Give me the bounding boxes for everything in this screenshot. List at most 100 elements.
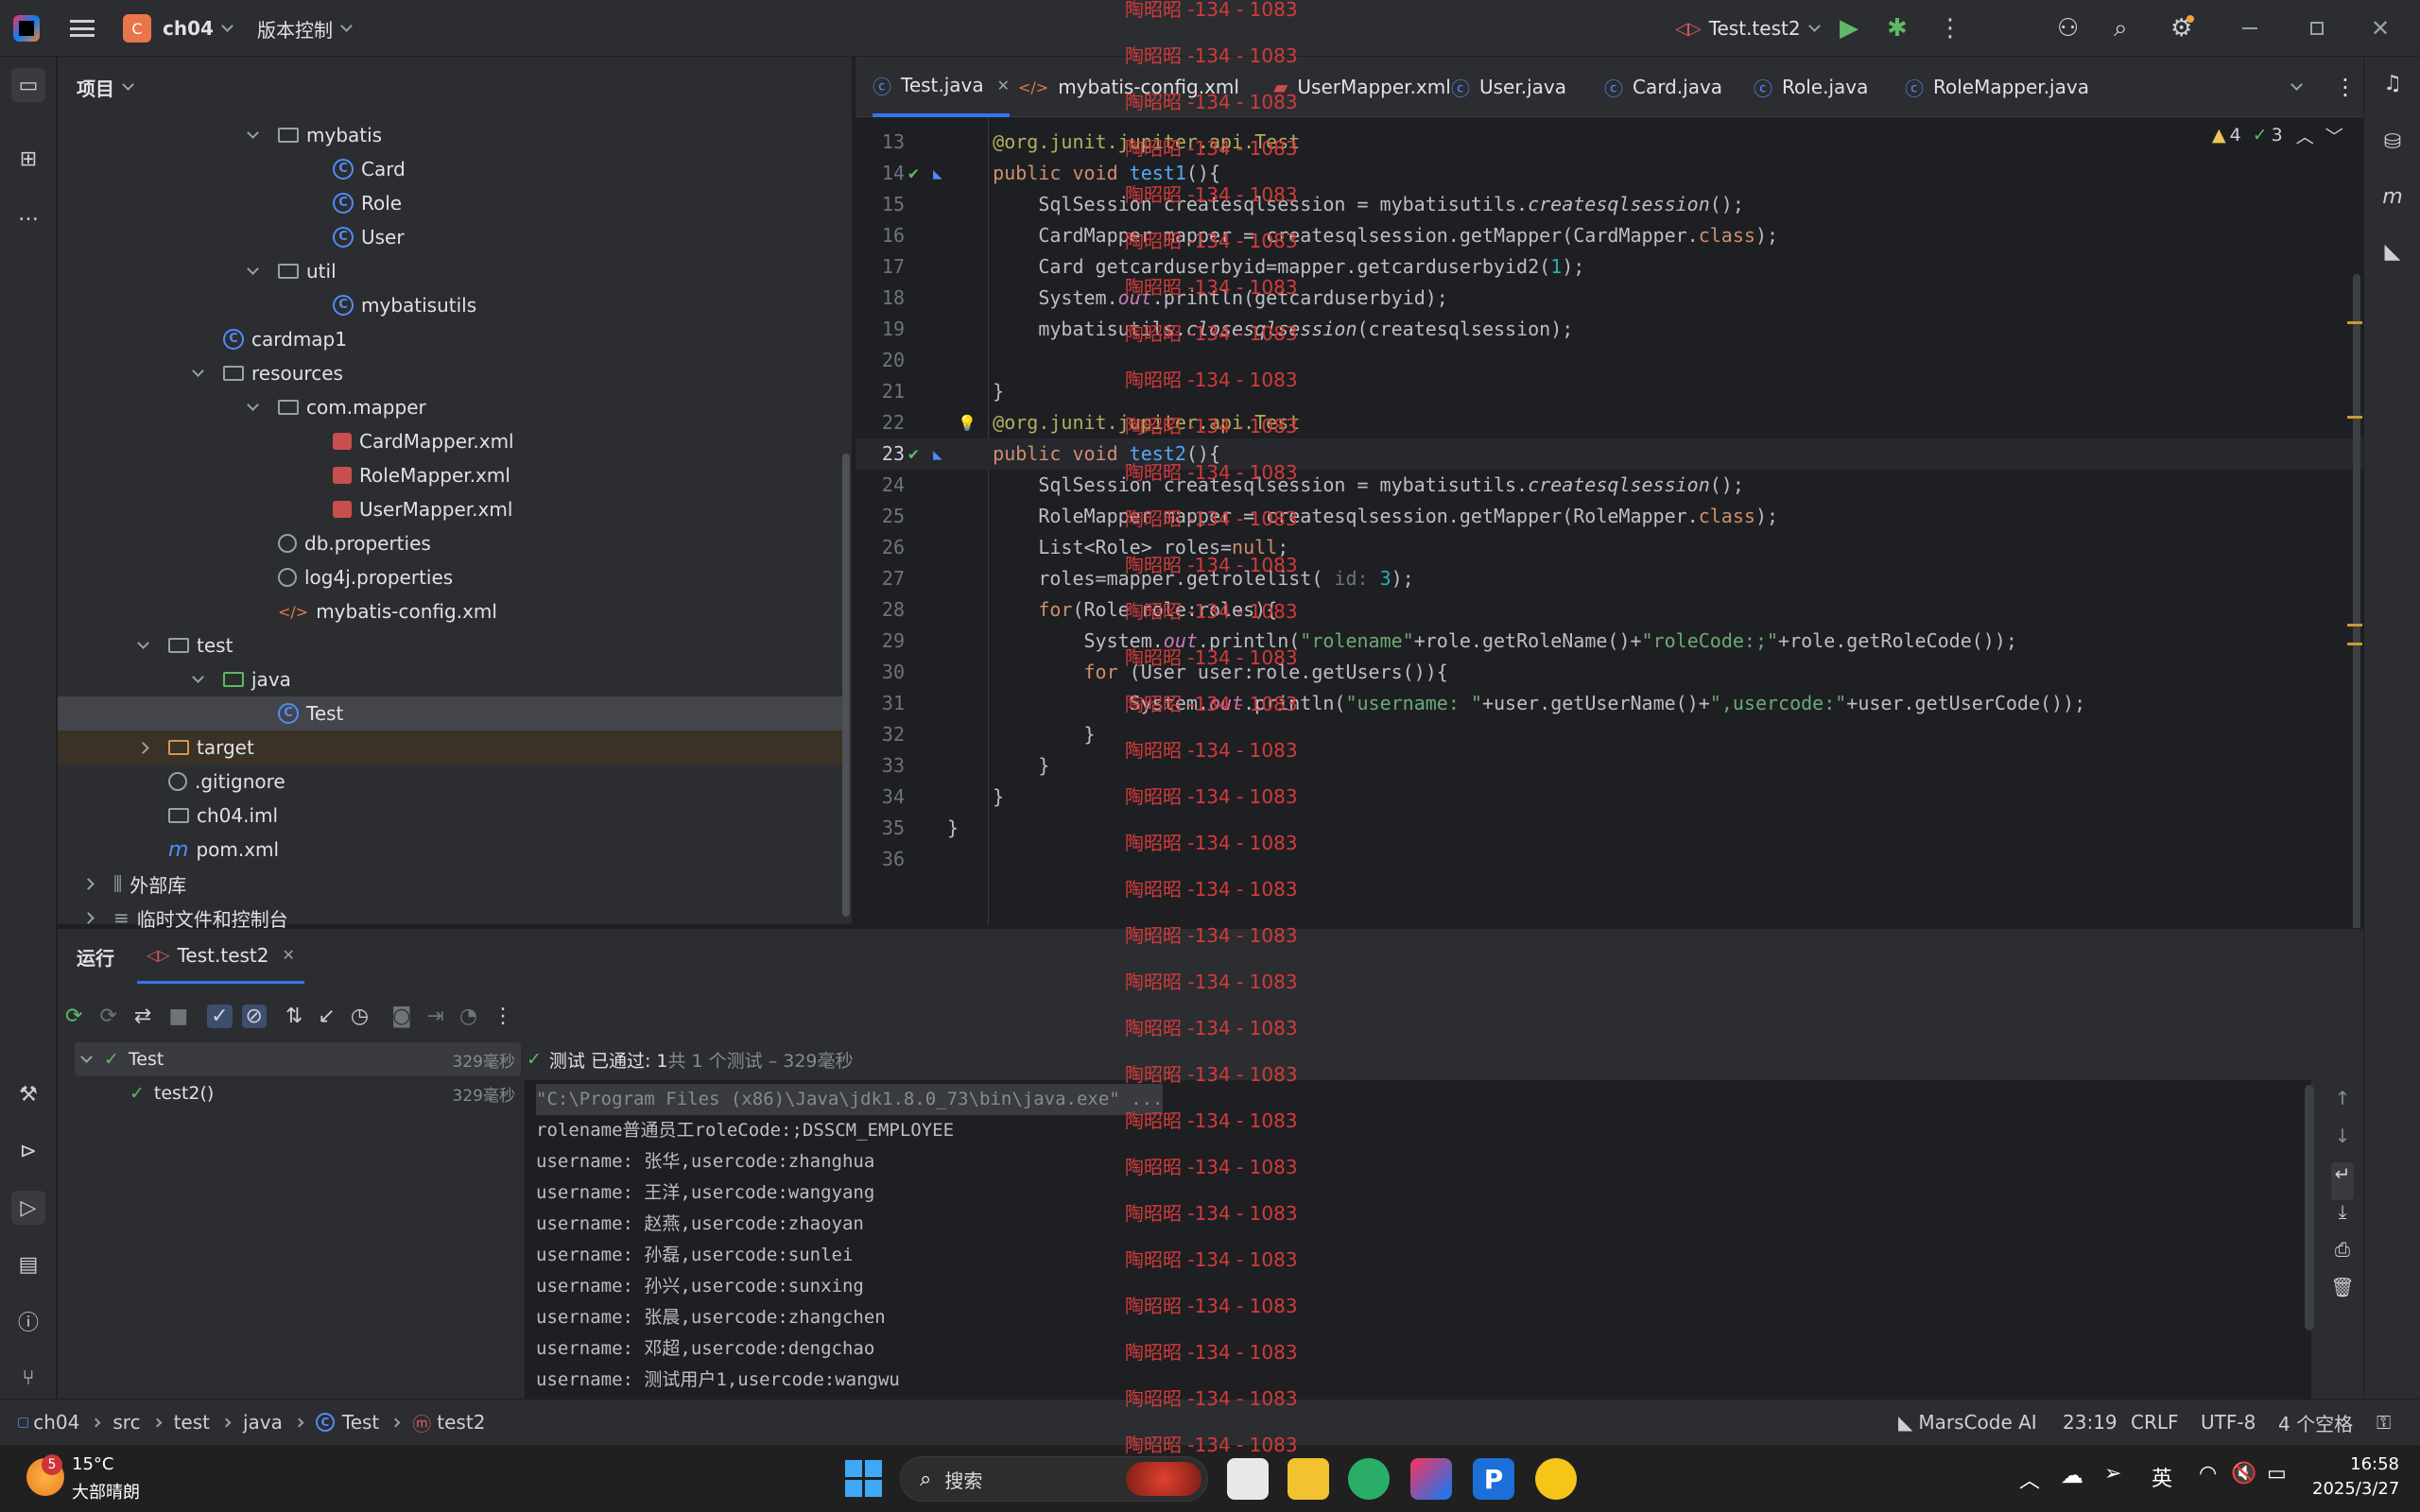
breadcrumb-item[interactable]: test: [174, 1411, 210, 1434]
more-icon[interactable]: ⋮: [493, 1005, 513, 1028]
build-hammer-icon[interactable]: ⚒: [11, 1077, 45, 1111]
code-line[interactable]: 34 }: [856, 782, 2363, 813]
coverage-icon[interactable]: ◔: [459, 1005, 477, 1028]
editor-tab[interactable]: </> mybatis-config.xml: [1018, 57, 1239, 117]
arrow-down-icon[interactable]: ↓: [2335, 1125, 2351, 1162]
clock-time[interactable]: 16:58: [2312, 1454, 2399, 1474]
add-user-icon[interactable]: ⚇: [2057, 0, 2079, 57]
tree-item[interactable]: C Card: [58, 152, 842, 186]
tree-item[interactable]: Cmybatisutils: [58, 288, 842, 322]
volume-muted-icon[interactable]: 🔇: [2231, 1462, 2256, 1486]
notifications-bell-icon[interactable]: ♫: [2376, 66, 2410, 100]
console-scrollbar[interactable]: [2305, 1085, 2314, 1331]
file-explorer-icon[interactable]: [1288, 1458, 1329, 1500]
camera-icon[interactable]: ◙: [391, 1005, 411, 1028]
run-icon[interactable]: ▶: [1840, 0, 1858, 57]
tree-scrollbar[interactable]: [842, 454, 850, 917]
tree-item[interactable]: C Test: [58, 696, 842, 730]
tree-item[interactable]: C User: [58, 220, 842, 254]
run-config-selector[interactable]: ◁▷ Test.test2: [1675, 0, 1821, 57]
breadcrumb-item[interactable]: test2: [437, 1411, 485, 1434]
lock-icon[interactable]: ⚿: [2377, 1400, 2391, 1445]
sort-icon[interactable]: ⇅: [285, 1005, 302, 1028]
chevron-down-icon[interactable]: [247, 399, 259, 411]
close-icon[interactable]: ✕: [282, 946, 294, 964]
search-icon[interactable]: ⌕: [2114, 0, 2128, 57]
weather-temp[interactable]: 15°C: [72, 1454, 113, 1474]
tree-item[interactable]: ch04.iml: [58, 799, 842, 833]
export-icon[interactable]: ⇥: [426, 1005, 443, 1028]
chevron-up-icon[interactable]: ︿: [2019, 1464, 2040, 1494]
code-line[interactable]: 31 System.out.println("username: "+user.…: [856, 688, 2363, 719]
history-icon[interactable]: ◷: [351, 1005, 369, 1028]
debug-icon[interactable]: ✱: [1887, 0, 1908, 57]
code-area[interactable]: 13 @org.junit.jupiter.api.Test 14 public …: [856, 127, 2363, 883]
lightbulb-icon[interactable]: 💡: [958, 407, 977, 438]
main-menu-icon[interactable]: [70, 0, 95, 57]
tree-item[interactable]: mybatis: [58, 118, 842, 152]
code-line[interactable]: 23 public void test2(){✔ ◣: [856, 438, 2363, 470]
maven-icon[interactable]: m: [2376, 180, 2410, 214]
code-line[interactable]: 24 SqlSession createsqlsession = mybatis…: [856, 470, 2363, 501]
indent-setting[interactable]: 4 个空格: [2278, 1400, 2353, 1445]
scroll-to-end-icon[interactable]: ⤓: [2339, 1200, 2347, 1238]
tree-item[interactable]: resources: [58, 356, 842, 390]
tree-item[interactable]: UserMapper.xml: [58, 492, 842, 526]
tree-item[interactable]: C Role: [58, 186, 842, 220]
chevron-right-icon[interactable]: [82, 911, 95, 924]
tree-item[interactable]: RoleMapper.xml: [58, 458, 842, 492]
code-line[interactable]: 20: [856, 345, 2363, 376]
close-window-icon[interactable]: ✕: [2371, 0, 2390, 57]
project-panel-header[interactable]: 项目: [77, 59, 134, 115]
ime-indicator[interactable]: 英: [2152, 1462, 2172, 1492]
tree-item[interactable]: Ccardmap1: [58, 322, 842, 356]
editor-tab[interactable]: ▰ UserMapper.xml: [1273, 57, 1451, 117]
code-line[interactable]: 32 }: [856, 719, 2363, 750]
tree-item[interactable]: test: [58, 628, 842, 662]
project-folder-icon[interactable]: ▭: [11, 68, 45, 102]
chevron-up-icon[interactable]: ︿: [2296, 123, 2314, 148]
print-icon[interactable]: ⎙: [2335, 1238, 2350, 1276]
marscode-icon[interactable]: ◣: [2376, 234, 2410, 268]
chevron-right-icon[interactable]: [82, 877, 95, 890]
code-line[interactable]: 35}: [856, 813, 2363, 844]
problems-icon[interactable]: ⓘ: [11, 1304, 45, 1338]
close-icon[interactable]: ✕: [997, 77, 1010, 94]
chevron-down-icon[interactable]: [192, 365, 204, 377]
breadcrumb-item[interactable]: Test: [342, 1411, 379, 1434]
soft-wrap-icon[interactable]: ↵: [2330, 1162, 2355, 1200]
code-line[interactable]: 33 }: [856, 750, 2363, 782]
vcs-menu[interactable]: 版本控制: [257, 0, 353, 57]
terminal-icon[interactable]: ▤: [11, 1247, 45, 1281]
code-editor[interactable]: 13 @org.junit.jupiter.api.Test 14 public …: [856, 57, 2363, 936]
editor-tab[interactable]: ⓒ Test.java ✕: [873, 57, 1011, 117]
clock-date[interactable]: 2025/3/27: [2312, 1479, 2399, 1499]
project-selector[interactable]: C ch04: [123, 0, 233, 57]
inspection-widget[interactable]: ▲ 4 ✓ 3 ︿ ﹀: [2212, 123, 2343, 147]
tree-item[interactable]: ⫼ 外部库: [58, 867, 842, 901]
tree-item[interactable]: </> mybatis-config.xml: [58, 594, 842, 628]
code-line[interactable]: 29 System.out.println("rolename"+role.ge…: [856, 626, 2363, 657]
task-view-icon[interactable]: [1227, 1458, 1269, 1500]
test-tree-item[interactable]: ✓ test2() 329毫秒: [75, 1076, 521, 1110]
more-tools-icon[interactable]: …: [11, 197, 45, 231]
tree-item[interactable]: target: [58, 730, 842, 765]
code-line[interactable]: 25 RoleMapper mapper = createsqlsession.…: [856, 501, 2363, 532]
cursor-position[interactable]: 23:19: [2063, 1400, 2118, 1445]
code-line[interactable]: 18 System.out.println(getcarduserbyid);: [856, 283, 2363, 314]
console-output[interactable]: "C:\Program Files (x86)\Java\jdk1.8.0_73…: [525, 1080, 2311, 1399]
taskbar-search[interactable]: ⌕ 搜索: [900, 1456, 1208, 1502]
tree-item[interactable]: m pom.xml: [58, 833, 842, 867]
toggle-auto-test-icon[interactable]: ⇄: [134, 1005, 151, 1028]
editor-tab[interactable]: ⓒ RoleMapper.java: [1905, 57, 2089, 117]
wifi-icon[interactable]: ◠: [2199, 1462, 2217, 1486]
chevron-down-icon[interactable]: [192, 671, 204, 683]
chevron-right-icon[interactable]: [137, 741, 149, 754]
app-logo-icon[interactable]: [13, 0, 40, 57]
run-tool-icon[interactable]: ▷: [11, 1191, 45, 1225]
code-line[interactable]: 30 for (User user:role.getUsers()){: [856, 657, 2363, 688]
chevron-down-icon[interactable]: [247, 127, 259, 139]
run-test-gutter-icon[interactable]: ✔: [908, 158, 919, 189]
settings-icon[interactable]: ⚙: [2170, 0, 2195, 57]
structure-icon[interactable]: ⊞: [11, 142, 45, 176]
